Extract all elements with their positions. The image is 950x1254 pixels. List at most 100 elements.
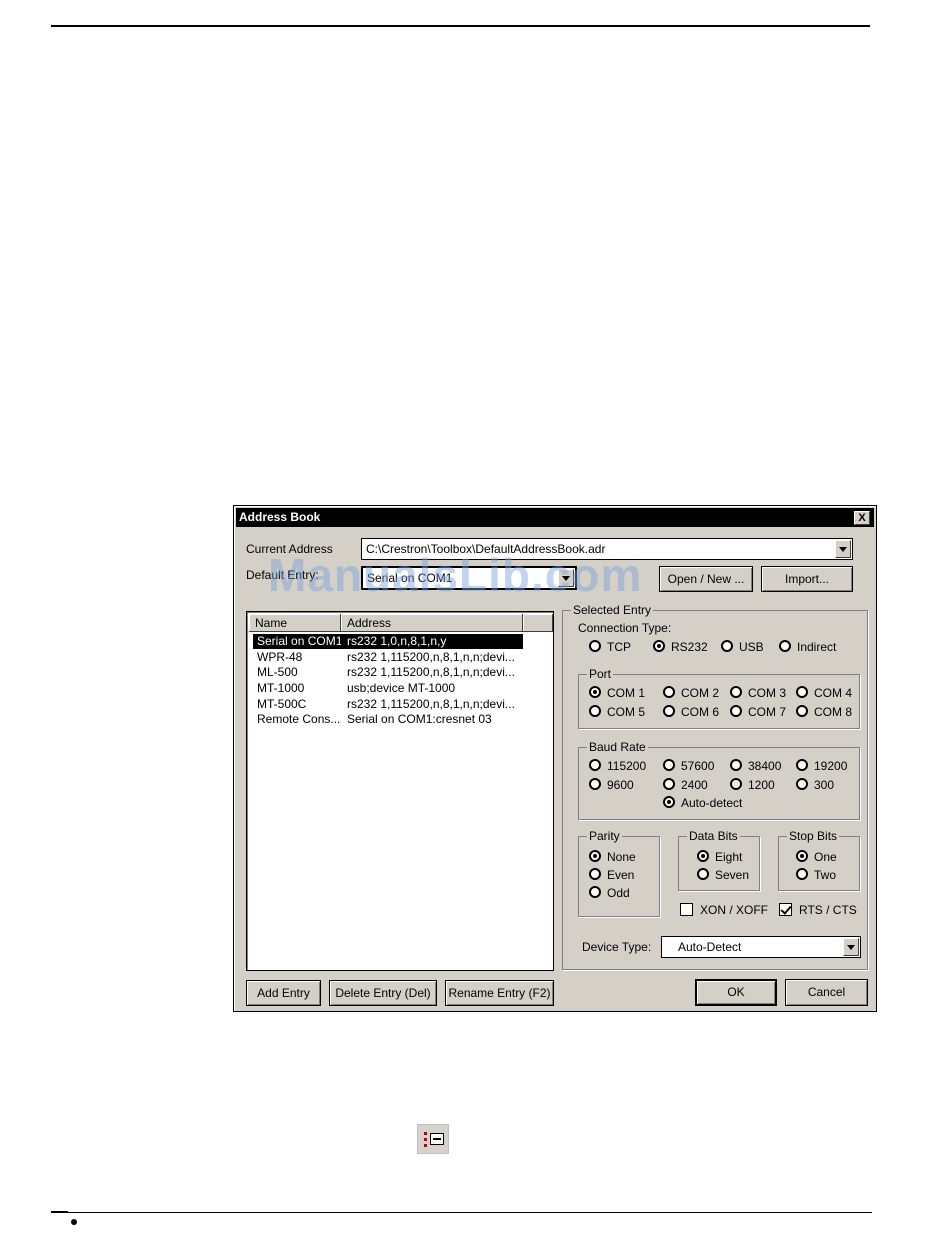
open-new-button[interactable]: Open / New ...	[659, 566, 753, 592]
radio-label: RS232	[671, 640, 708, 654]
radio-baud-300[interactable]: 300	[796, 778, 834, 792]
chevron-down-icon[interactable]	[835, 540, 851, 558]
radio-databits-seven[interactable]: Seven	[697, 868, 749, 882]
device-type-dropdown[interactable]: Auto-Detect	[661, 936, 861, 958]
baud-rate-title: Baud Rate	[587, 740, 648, 754]
close-button[interactable]: X	[854, 511, 870, 525]
radio-baud-2400[interactable]: 2400	[663, 778, 708, 792]
radio-label: 300	[814, 778, 835, 792]
radio-com2[interactable]: COM 2	[663, 686, 719, 700]
radio-baud-19200[interactable]: 19200	[796, 759, 847, 773]
radio-com7[interactable]: COM 7	[730, 705, 786, 719]
radio-label: USB	[739, 640, 764, 654]
entry-address: rs232 1,115200,n,8,1,n,n;devi...	[347, 650, 515, 664]
bottom-rule	[51, 1212, 872, 1213]
radio-label: 19200	[814, 759, 848, 773]
radio-com4[interactable]: COM 4	[796, 686, 852, 700]
radio-tcp[interactable]: TCP	[589, 640, 631, 654]
radio-label: 38400	[748, 759, 782, 773]
radio-com6[interactable]: COM 6	[663, 705, 719, 719]
stop-bits-group: Stop Bits One Two	[778, 829, 860, 891]
current-address-value: C:\Crestron\Toolbox\DefaultAddressBook.a…	[366, 542, 606, 556]
radio-com1[interactable]: COM 1	[589, 686, 645, 700]
data-bits-group: Data Bits Eight Seven	[678, 829, 760, 891]
xon-xoff-checkbox[interactable]: XON / XOFF	[680, 903, 768, 917]
default-entry-value: Serial on COM1	[367, 571, 453, 585]
radio-com8[interactable]: COM 8	[796, 705, 852, 719]
cancel-button[interactable]: Cancel	[785, 979, 868, 1006]
column-header-empty	[523, 614, 553, 632]
radio-parity-even[interactable]: Even	[589, 868, 634, 882]
radio-com3[interactable]: COM 3	[730, 686, 786, 700]
chevron-down-icon[interactable]	[843, 938, 859, 956]
entry-list[interactable]: Name Address Serial on COM1 rs232 1,0,n,…	[246, 611, 554, 971]
data-bits-title: Data Bits	[687, 829, 740, 843]
icon-mark	[424, 1132, 427, 1135]
radio-baud-auto-detect[interactable]: Auto-detect	[663, 796, 742, 810]
radio-parity-odd[interactable]: Odd	[589, 886, 630, 900]
radio-label: COM 8	[814, 705, 853, 719]
column-header-name[interactable]: Name	[249, 614, 341, 632]
list-item[interactable]: MT-1000 usb;device MT-1000	[249, 681, 549, 697]
radio-baud-9600[interactable]: 9600	[589, 778, 634, 792]
entry-name: MT-500C	[257, 697, 307, 711]
entry-address: rs232 1,115200,n,8,1,n,n;devi...	[347, 665, 515, 679]
radio-parity-none[interactable]: None	[589, 850, 636, 864]
radio-stopbits-one[interactable]: One	[796, 850, 837, 864]
radio-label: 115200	[607, 759, 647, 773]
column-header-address[interactable]: Address	[341, 614, 523, 632]
import-button[interactable]: Import...	[761, 566, 853, 592]
ok-button[interactable]: OK	[695, 979, 777, 1006]
radio-label: Two	[814, 868, 837, 882]
dialog-titlebar[interactable]: Address Book X	[236, 508, 874, 527]
radio-label: COM 5	[607, 705, 646, 719]
radio-baud-38400[interactable]: 38400	[730, 759, 781, 773]
radio-baud-115200[interactable]: 115200	[589, 759, 646, 773]
radio-label: COM 7	[748, 705, 787, 719]
radio-label: TCP	[607, 640, 631, 654]
radio-label: 57600	[681, 759, 715, 773]
rename-entry-button[interactable]: Rename Entry (F2)	[445, 980, 554, 1006]
radio-label: 1200	[748, 778, 775, 792]
entry-name: MT-1000	[257, 681, 305, 695]
radio-label: Odd	[607, 886, 630, 900]
radio-label: COM 4	[814, 686, 853, 700]
baud-rate-group: Baud Rate 115200 57600 38400 19200 9600 …	[578, 740, 860, 820]
radio-indirect[interactable]: Indirect	[779, 640, 836, 654]
connection-type-label: Connection Type:	[578, 621, 672, 635]
radio-label: COM 3	[748, 686, 787, 700]
default-entry-label: Default Entry:	[246, 568, 319, 582]
checkbox-box	[779, 903, 792, 916]
radio-label: COM 6	[681, 705, 720, 719]
radio-label: COM 1	[607, 686, 646, 700]
radio-rs232[interactable]: RS232	[653, 640, 708, 654]
delete-entry-button[interactable]: Delete Entry (Del)	[329, 980, 437, 1006]
address-book-icon	[417, 1124, 449, 1154]
list-item[interactable]: Remote Cons... Serial on COM1:cresnet 03	[249, 712, 549, 728]
radio-label: 2400	[681, 778, 708, 792]
entry-address: Serial on COM1:cresnet 03	[347, 712, 492, 726]
top-rule	[51, 25, 870, 27]
device-type-value: Auto-Detect	[678, 940, 742, 954]
radio-baud-1200[interactable]: 1200	[730, 778, 775, 792]
list-item[interactable]: Serial on COM1 rs232 1,0,n,8,1,n,y	[249, 634, 549, 650]
selected-entry-group: Selected Entry Connection Type: TCP RS23…	[562, 603, 868, 970]
list-item[interactable]: WPR-48 rs232 1,115200,n,8,1,n,n;devi...	[249, 650, 549, 666]
radio-com5[interactable]: COM 5	[589, 705, 645, 719]
current-address-dropdown[interactable]: C:\Crestron\Toolbox\DefaultAddressBook.a…	[361, 538, 853, 560]
parity-title: Parity	[587, 829, 622, 843]
default-entry-dropdown[interactable]: Serial on COM1	[361, 566, 577, 590]
rts-cts-checkbox[interactable]: RTS / CTS	[779, 903, 857, 917]
radio-label: One	[814, 850, 837, 864]
radio-usb[interactable]: USB	[721, 640, 764, 654]
radio-baud-57600[interactable]: 57600	[663, 759, 714, 773]
chevron-down-icon[interactable]	[558, 569, 574, 587]
list-item[interactable]: MT-500C rs232 1,115200,n,8,1,n,n;devi...	[249, 697, 549, 713]
add-entry-button[interactable]: Add Entry	[246, 980, 321, 1006]
parity-group: Parity None Even Odd	[578, 829, 660, 917]
list-item[interactable]: ML-500 rs232 1,115200,n,8,1,n,n;devi...	[249, 665, 549, 681]
stop-bits-title: Stop Bits	[787, 829, 840, 843]
entry-address: usb;device MT-1000	[347, 681, 456, 695]
radio-stopbits-two[interactable]: Two	[796, 868, 836, 882]
radio-databits-eight[interactable]: Eight	[697, 850, 742, 864]
